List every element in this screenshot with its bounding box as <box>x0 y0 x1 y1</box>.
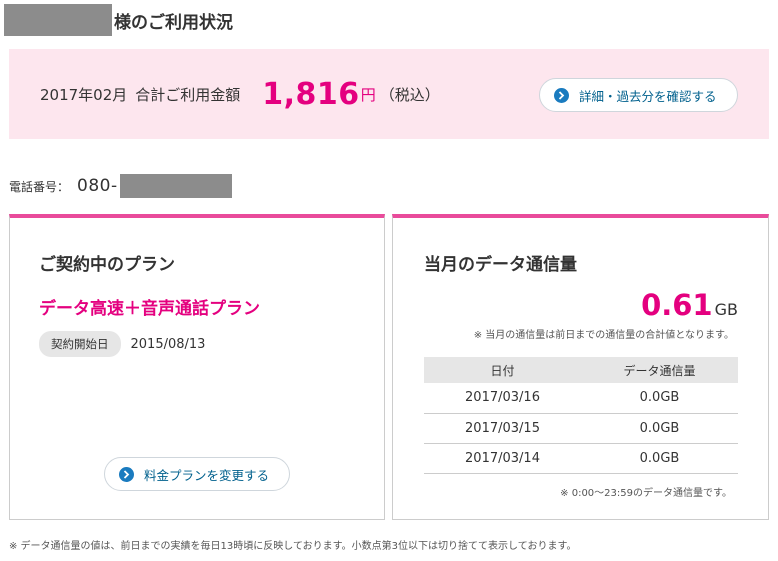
plan-name: データ高速＋音声通話プラン <box>39 299 260 319</box>
contract-start-date: 2015/08/13 <box>130 336 206 352</box>
usage-date-cell: 2017/03/16 <box>424 383 581 414</box>
chevron-right-icon <box>119 466 134 482</box>
change-plan-button-label: 料金プランを変更する <box>144 467 270 483</box>
masked-customer-name <box>4 4 112 36</box>
data-usage-card: 当月のデータ通信量 0.61 GB ※ 当月の通信量は前日までの通信量の合計値と… <box>392 214 769 520</box>
usage-amount-cell: 0.0GB <box>581 413 738 444</box>
usage-amount-cell: 0.0GB <box>581 443 738 474</box>
phone-number-label: 電話番号： <box>9 179 70 194</box>
page-header: 様のご利用状況 <box>4 4 233 36</box>
phone-number-prefix: 080- <box>77 176 118 196</box>
monthly-usage-total: 0.61 GB <box>641 288 738 322</box>
monthly-usage-unit: GB <box>714 300 738 319</box>
monthly-usage-note: ※ 当月の通信量は前日までの通信量の合計値となります。 <box>473 330 734 341</box>
chevron-right-icon <box>554 87 569 103</box>
detail-history-button[interactable]: 詳細・過去分を確認する <box>539 78 738 112</box>
billing-currency-unit: 円 <box>360 85 376 104</box>
data-usage-card-title: 当月のデータ通信量 <box>424 255 577 275</box>
table-header-row: 日付 データ通信量 <box>424 357 738 383</box>
usage-date-cell: 2017/03/14 <box>424 443 581 474</box>
usage-amount-cell: 0.0GB <box>581 383 738 414</box>
billing-month: 2017年02月 <box>40 85 128 104</box>
date-column-header: 日付 <box>424 357 581 383</box>
page-title: 様のご利用状況 <box>114 12 233 33</box>
billing-tax-note: （税込） <box>379 85 440 104</box>
table-row: 2017/03/15 0.0GB <box>424 413 738 444</box>
billing-total-amount: 1,816 <box>262 76 360 112</box>
daily-usage-table: 日付 データ通信量 2017/03/16 0.0GB 2017/03/15 0.… <box>424 357 738 474</box>
usage-time-footnote: ※ 0:00～23:59のデータ通信量です。 <box>560 488 732 499</box>
detail-history-button-label: 詳細・過去分を確認する <box>579 88 717 104</box>
contract-start-badge: 契約開始日 <box>39 331 121 357</box>
masked-phone-number <box>119 174 232 198</box>
monthly-usage-value: 0.61 <box>641 288 713 322</box>
plan-card-title: ご契約中のプラン <box>39 255 175 275</box>
change-plan-button[interactable]: 料金プランを変更する <box>104 457 290 491</box>
table-row: 2017/03/14 0.0GB <box>424 443 738 474</box>
phone-number-row: 電話番号： 080- <box>9 174 232 198</box>
usage-column-header: データ通信量 <box>581 357 738 383</box>
table-row: 2017/03/16 0.0GB <box>424 383 738 414</box>
contract-start-row: 契約開始日 2015/08/13 <box>39 331 205 357</box>
page-footnote: ※ データ通信量の値は、前日までの実績を毎日13時頃に反映しております。小数点第… <box>9 541 577 552</box>
billing-total-label: 合計ご利用金額 <box>135 85 241 104</box>
usage-date-cell: 2017/03/15 <box>424 413 581 444</box>
